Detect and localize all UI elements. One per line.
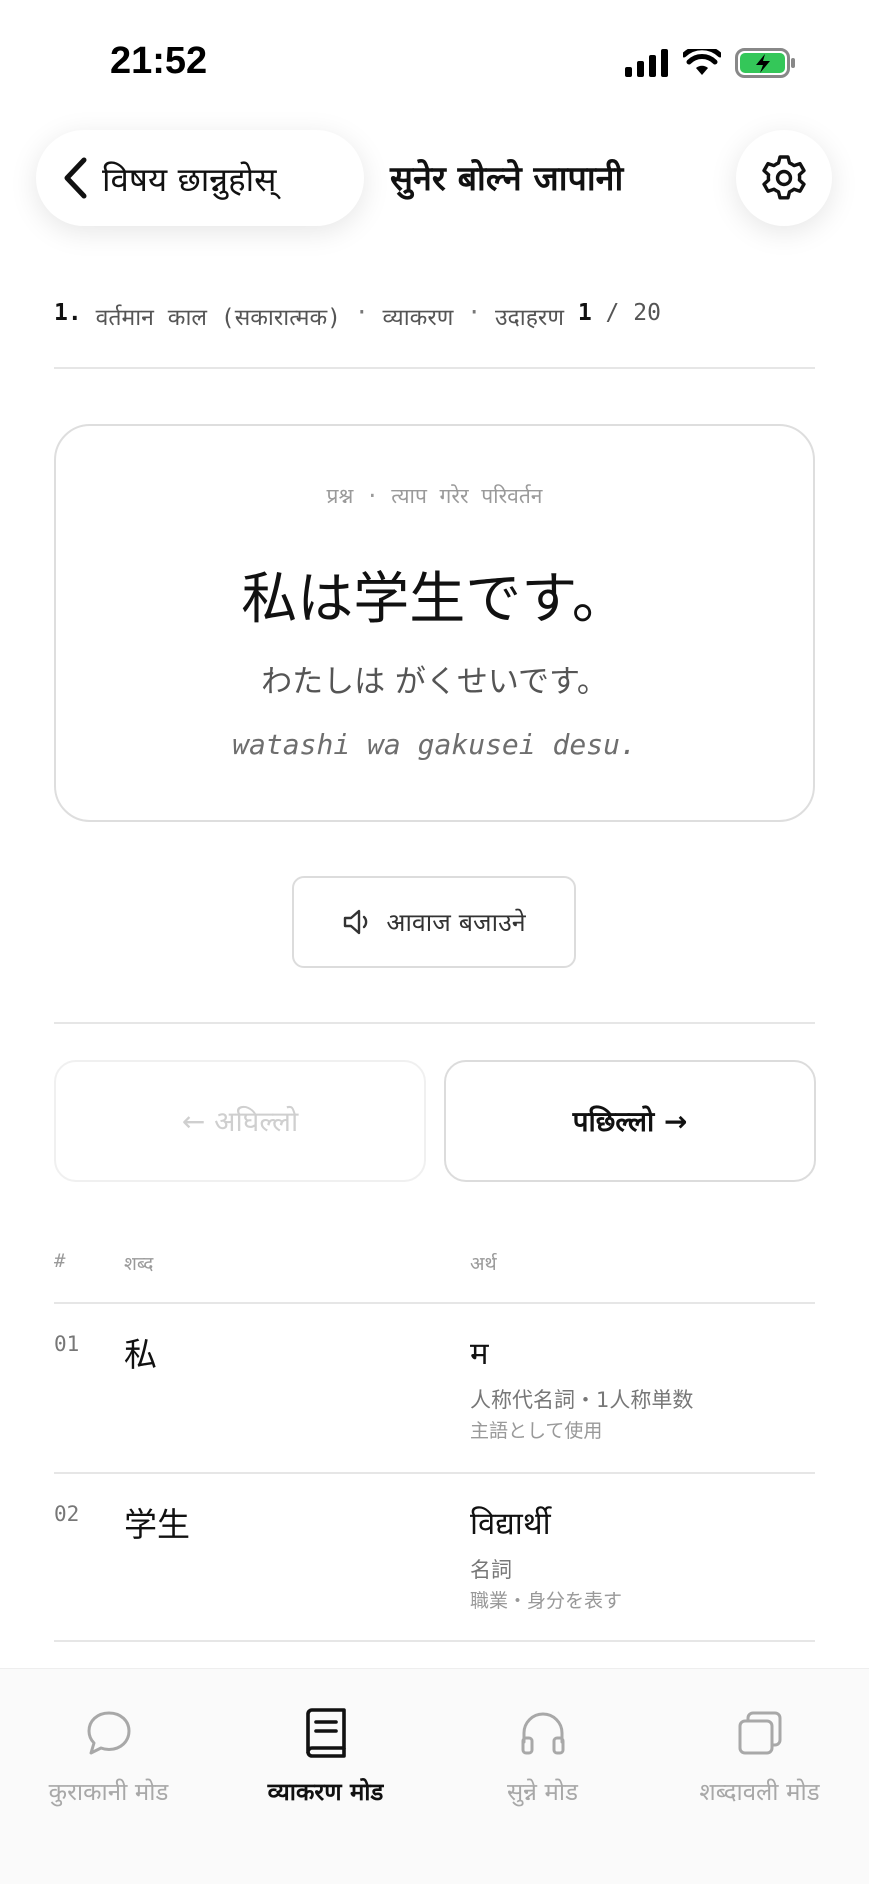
book-icon — [305, 1708, 346, 1758]
divider — [54, 367, 815, 369]
chevron-left-icon — [64, 157, 87, 199]
lesson-index: 1. — [54, 300, 82, 326]
tab-label: शब्दावली मोड — [699, 1778, 820, 1806]
row-number: 01 — [54, 1332, 80, 1356]
back-button-label: विषय छान्नुहोस् — [102, 159, 277, 199]
column-word: शब्द — [124, 1253, 154, 1275]
wifi-icon — [683, 49, 721, 75]
tab-vocabulary[interactable]: शब्दावली मोड — [651, 1703, 868, 1808]
row-meaning: म — [470, 1336, 489, 1372]
status-icons — [625, 48, 797, 78]
divider — [54, 1640, 815, 1642]
row-word: 学生 — [124, 1505, 190, 1544]
play-audio-label: आवाज बजाउने — [386, 908, 526, 937]
battery-charging-icon — [735, 48, 795, 78]
row-meaning: विद्यार्थी — [470, 1506, 551, 1542]
status-time: 21:52 — [110, 40, 208, 82]
headphones-icon — [521, 1712, 564, 1755]
breadcrumb: 1. वर्तमान काल (सकारात्मक) · व्याकरण · उ… — [54, 300, 661, 331]
lesson-title: वर्तमान काल (सकारात्मक) — [95, 305, 341, 331]
gear-icon — [762, 155, 806, 200]
row-word: 私 — [124, 1335, 157, 1374]
tab-listening[interactable]: सुन्ने मोड — [434, 1703, 651, 1808]
chat-bubble-icon — [87, 1711, 130, 1755]
column-number: # — [54, 1250, 66, 1272]
tab-label: कुराकानी मोड — [48, 1778, 169, 1806]
example-current: 1 — [577, 300, 592, 326]
next-button[interactable]: पछिल्लो → — [444, 1060, 816, 1182]
column-meaning: अर्थ — [470, 1253, 497, 1275]
back-button[interactable]: विषय छान्नुहोस् — [36, 130, 364, 226]
speaker-icon — [344, 909, 368, 935]
page-title: सुनेर बोल्ने जापानी — [390, 159, 624, 199]
divider — [54, 1302, 815, 1304]
japanese-sentence: 私は学生です。 — [241, 567, 628, 632]
romaji-reading: watashi wa gakusei desu. — [232, 728, 637, 761]
sentence-card: प्रश्न · त्याप गरेर परिवर्तन 私は学生です。 わたし… — [54, 424, 815, 822]
status-bar: 21:52 — [0, 0, 869, 110]
divider — [54, 1472, 815, 1474]
kana-reading: わたしは がくせいです。 — [261, 664, 608, 700]
tab-grammar[interactable]: व्याकरण मोड — [217, 1703, 434, 1808]
example-total: / 20 — [605, 300, 661, 326]
row-number: 02 — [54, 1502, 80, 1526]
section-label: व्याकरण — [382, 305, 454, 331]
tab-label: व्याकरण मोड — [267, 1778, 384, 1806]
header: विषय छान्नुहोस् सुनेर बोल्ने जापानी — [0, 128, 869, 228]
settings-button[interactable] — [736, 130, 832, 226]
example-label: उदाहरण — [494, 305, 564, 331]
tab-conversation[interactable]: कुराकानी मोड — [0, 1703, 217, 1808]
bottom-tab-bar: कुराकानी मोड व्याकरण मोड सुन्ने मोड शब्द… — [0, 1668, 869, 1884]
signal-icon — [625, 49, 668, 77]
cards-icon — [738, 1711, 781, 1755]
divider — [54, 1022, 815, 1024]
row-usage: 職業・身分を表す — [470, 1590, 623, 1612]
previous-button[interactable]: ← अघिल्लो — [54, 1060, 426, 1182]
table-header: # शब्द अर्थ — [0, 1250, 869, 1290]
play-audio-button[interactable]: आवाज बजाउने — [292, 876, 576, 968]
row-usage: 主語として使用 — [470, 1420, 603, 1442]
tab-label: सुन्ने मोड — [507, 1778, 578, 1806]
row-note: 人称代名詞・1人称単数 — [470, 1388, 694, 1412]
card-subtitle: प्रश्न · त्याप गरेर परिवर्तन — [326, 484, 543, 508]
row-note: 名詞 — [470, 1558, 512, 1582]
